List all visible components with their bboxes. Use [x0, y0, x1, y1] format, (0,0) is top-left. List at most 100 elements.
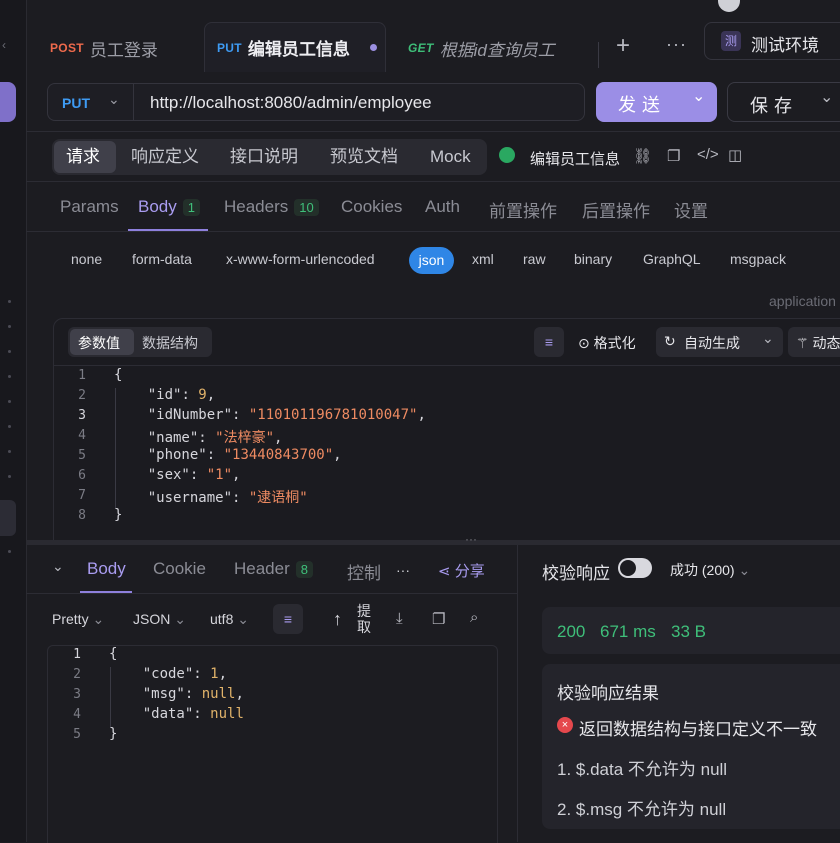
line-number: 7: [78, 488, 86, 503]
encoding-select[interactable]: utf8 ⌄: [210, 611, 249, 628]
tab-body[interactable]: Body 1: [138, 197, 200, 217]
segment-api-doc[interactable]: 接口说明: [230, 139, 298, 175]
result-item: 2. $.msg 不允许为 null: [557, 800, 727, 819]
tree-dot: [8, 400, 11, 403]
tab-params[interactable]: Params: [60, 197, 119, 217]
copy-icon[interactable]: ❐: [432, 610, 445, 628]
tab-put-edit[interactable]: PUT 编辑员工信息: [204, 22, 386, 72]
segment-response-def[interactable]: 响应定义: [131, 139, 199, 175]
left-rail: ‹: [0, 0, 27, 842]
save-button[interactable]: 保存 ⌄: [727, 82, 840, 122]
tab-data-schema[interactable]: 数据结构: [142, 333, 198, 353]
value-username: "逮语桐": [248, 490, 308, 506]
tab-param-values[interactable]: 参数值: [78, 333, 120, 353]
tab-pre-ops[interactable]: 前置操作: [489, 197, 557, 222]
method-label: PUT: [62, 95, 90, 111]
new-button[interactable]: [0, 82, 16, 122]
result-error: 返回数据结构与接口定义不一致: [579, 720, 817, 739]
avatar[interactable]: [718, 0, 740, 12]
environment-select[interactable]: 测 测试环境: [704, 22, 840, 60]
tab-post-login[interactable]: POST 员工登录: [50, 24, 158, 72]
body-type-binary[interactable]: binary: [574, 251, 612, 267]
chevron-down-icon[interactable]: ⌄: [762, 330, 774, 347]
link-icon[interactable]: ⛓: [633, 147, 652, 165]
body-type-none[interactable]: none: [71, 251, 102, 267]
code-icon[interactable]: </>: [697, 146, 719, 163]
code-line: "msg": null,: [142, 686, 244, 702]
format-button[interactable]: ⊙ 格式化: [578, 333, 636, 353]
body-type-raw[interactable]: raw: [523, 251, 546, 267]
chevron-down-icon[interactable]: ⌄: [820, 87, 833, 107]
tab-body-label: Body: [138, 197, 177, 216]
tab-settings[interactable]: 设置: [674, 197, 708, 222]
segment-preview-doc[interactable]: 预览文档: [330, 139, 398, 175]
extract-icon[interactable]: ↑: [333, 609, 342, 630]
tab-label: 根据id查询员工: [439, 40, 555, 60]
body-type-graphql[interactable]: GraphQL: [643, 251, 701, 267]
panel-icon[interactable]: ◫: [728, 146, 742, 164]
copy-icon[interactable]: ❐: [667, 147, 680, 165]
send-button[interactable]: 发送 ⌄: [596, 82, 717, 122]
resp-tab-console[interactable]: 控制: [347, 559, 381, 584]
share-label: 分享: [454, 563, 485, 580]
code-line: "code": 1,: [142, 666, 228, 682]
tab-post-ops[interactable]: 后置操作: [582, 197, 650, 222]
add-tab-icon[interactable]: +: [616, 32, 630, 60]
body-type-xml[interactable]: xml: [472, 251, 494, 267]
result-item: 1. $.data 不允许为 null: [557, 760, 728, 779]
share-button[interactable]: ⋖ 分享: [438, 560, 485, 581]
autogen-button[interactable]: ↻ 自动生成 ⌄: [656, 327, 783, 357]
method-label: POST: [50, 41, 84, 55]
url-input[interactable]: http://localhost:8080/admin/employee: [133, 83, 585, 121]
tree-selected-item[interactable]: [0, 500, 16, 536]
more-tabs-icon[interactable]: ···: [666, 34, 687, 55]
unsaved-dot-icon: [369, 44, 377, 51]
format-select[interactable]: Pretty ⌄: [52, 611, 104, 628]
resp-tab-cookie[interactable]: Cookie: [153, 559, 206, 579]
pane-splitter[interactable]: [26, 540, 840, 545]
wrap-icon[interactable]: ≡: [534, 327, 564, 357]
tree-dot: [8, 425, 11, 428]
dynamic-value-button[interactable]: ⚚ 动态: [788, 327, 840, 357]
line-number: 5: [73, 727, 81, 742]
status-select[interactable]: 成功 (200) ⌄: [670, 560, 750, 580]
wrap-icon[interactable]: ≡: [273, 604, 303, 634]
chevron-icon[interactable]: ‹: [2, 38, 6, 52]
tree-dot: [8, 350, 11, 353]
collapse-icon[interactable]: ⌄: [52, 558, 64, 575]
body-type-urlencoded[interactable]: x-www-form-urlencoded: [226, 251, 375, 267]
response-time: 671 ms: [600, 622, 656, 641]
value-phone: "13440843700": [223, 447, 334, 463]
value-data: null: [210, 706, 244, 722]
tab-cookies[interactable]: Cookies: [341, 197, 402, 217]
value-code: 1: [210, 666, 219, 682]
tree-dot: [8, 550, 11, 553]
body-type-form-data[interactable]: form-data: [132, 251, 192, 267]
segment-mock[interactable]: Mock: [430, 139, 471, 175]
tab-headers[interactable]: Headers 10: [224, 197, 319, 217]
tab-auth[interactable]: Auth: [425, 197, 460, 217]
type-select[interactable]: JSON ⌄: [133, 611, 186, 628]
chevron-down-icon[interactable]: ⌄: [692, 86, 705, 106]
dynamic-label: ⚚ 动态: [796, 333, 840, 353]
tab-headers-label: Headers: [224, 197, 289, 216]
line-number: 4: [73, 707, 81, 722]
extract-label[interactable]: 提取: [357, 603, 373, 635]
body-type-msgpack[interactable]: msgpack: [730, 251, 786, 267]
body-type-json[interactable]: json: [409, 247, 454, 274]
line-number: 4: [78, 428, 86, 443]
segment-request[interactable]: 请求: [66, 139, 100, 175]
download-icon[interactable]: ⤓: [396, 610, 403, 627]
validate-toggle[interactable]: [618, 558, 652, 578]
resp-tab-header[interactable]: Header 8: [234, 559, 313, 579]
more-icon[interactable]: ···: [396, 562, 410, 578]
line-number: 2: [78, 388, 86, 403]
method-select[interactable]: PUT ⌄: [47, 83, 133, 121]
tab-get-employee[interactable]: GET 根据id查询员工: [408, 24, 555, 72]
resp-tab-body[interactable]: Body: [87, 559, 126, 579]
code-line: "username": "逮语桐": [147, 490, 308, 506]
search-icon[interactable]: ⌕: [470, 609, 478, 626]
code-line: {: [114, 367, 123, 383]
drag-handle-icon[interactable]: ···: [465, 532, 477, 546]
line-number: 3: [73, 687, 81, 702]
